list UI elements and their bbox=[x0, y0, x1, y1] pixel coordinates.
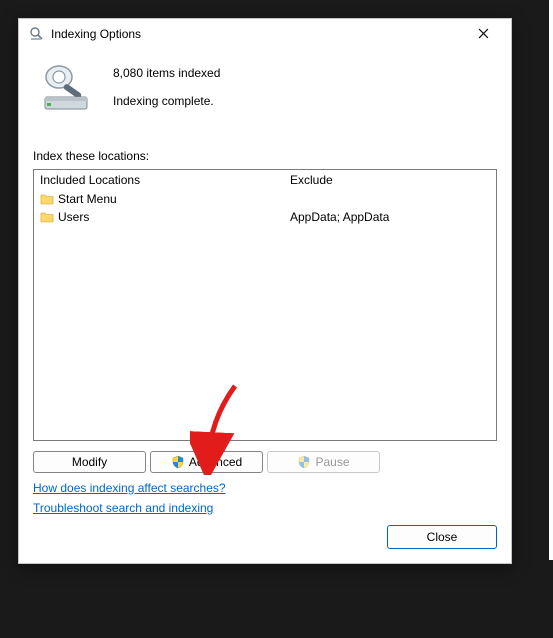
dialog-footer: Close bbox=[33, 515, 497, 549]
troubleshoot-link[interactable]: Troubleshoot search and indexing bbox=[33, 501, 213, 515]
indexing-icon bbox=[29, 26, 45, 42]
pause-button: Pause bbox=[267, 451, 380, 473]
location-exclude: AppData; AppData bbox=[290, 210, 490, 224]
dialog-title: Indexing Options bbox=[51, 27, 463, 41]
titlebar: Indexing Options bbox=[19, 19, 511, 49]
locations-label: Index these locations: bbox=[33, 149, 497, 163]
table-row[interactable]: UsersAppData; AppData bbox=[34, 208, 496, 226]
folder-icon bbox=[40, 211, 54, 223]
modify-button-label: Modify bbox=[72, 455, 107, 469]
close-button[interactable]: Close bbox=[387, 525, 497, 549]
pause-button-label: Pause bbox=[315, 455, 349, 469]
items-indexed-text: 8,080 items indexed bbox=[113, 66, 220, 80]
help-links: How does indexing affect searches? Troub… bbox=[33, 481, 497, 515]
advanced-button[interactable]: Advanced bbox=[150, 451, 263, 473]
location-name: Users bbox=[58, 210, 290, 224]
shield-icon bbox=[297, 455, 311, 469]
table-row[interactable]: Start Menu bbox=[34, 190, 496, 208]
locations-header: Included Locations Exclude bbox=[34, 170, 496, 190]
column-included[interactable]: Included Locations bbox=[40, 173, 290, 187]
window-edge-highlight bbox=[549, 0, 553, 560]
locations-rows: Start Menu UsersAppData; AppData bbox=[34, 190, 496, 440]
button-row: Modify Advanced bbox=[33, 451, 497, 473]
status-texts: 8,080 items indexed Indexing complete. bbox=[113, 66, 220, 108]
drive-search-icon bbox=[39, 59, 95, 115]
dialog-body: 8,080 items indexed Indexing complete. I… bbox=[19, 49, 511, 563]
folder-icon bbox=[40, 193, 54, 205]
column-exclude[interactable]: Exclude bbox=[290, 173, 490, 187]
locations-listbox: Included Locations Exclude Start Menu Use… bbox=[33, 169, 497, 441]
advanced-button-label: Advanced bbox=[189, 455, 242, 469]
how-indexing-link[interactable]: How does indexing affect searches? bbox=[33, 481, 226, 495]
indexing-status-text: Indexing complete. bbox=[113, 94, 220, 108]
location-name: Start Menu bbox=[58, 192, 290, 206]
shield-icon bbox=[171, 455, 185, 469]
close-icon[interactable] bbox=[463, 20, 503, 48]
indexing-options-dialog: Indexing Options 8,080 items indexed Ind… bbox=[18, 18, 512, 564]
modify-button[interactable]: Modify bbox=[33, 451, 146, 473]
close-button-label: Close bbox=[427, 530, 458, 544]
status-area: 8,080 items indexed Indexing complete. bbox=[33, 55, 497, 125]
